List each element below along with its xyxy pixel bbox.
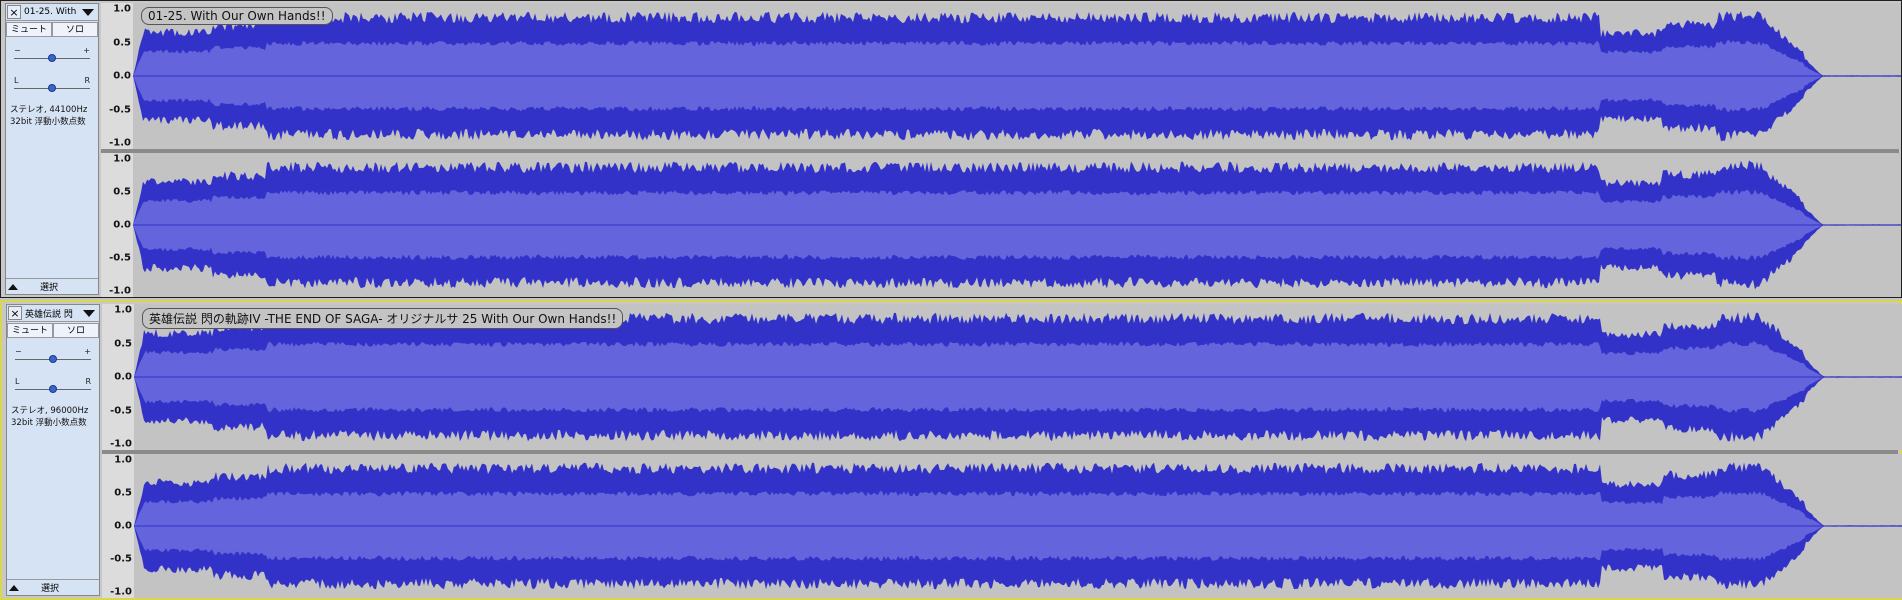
pan-slider-thumb[interactable] (48, 84, 56, 92)
track-control-panel: × 英雄伝説 閃 ミュート ソロ − + L R ステレオ, 96000Hz 3… (6, 304, 100, 596)
ruler-tick-label: -1.0 (110, 438, 132, 450)
vertical-ruler-left: 1.0 0.5 0.0 -0.5 -1.0 (101, 3, 133, 149)
track-format-rate: ステレオ, 44100Hz (10, 105, 88, 115)
ruler-tick-label: 0.0 (114, 371, 132, 383)
pan-right-label: R (85, 377, 91, 386)
waveform-channel-right[interactable] (134, 454, 1902, 598)
track-name-menu[interactable]: 01-25. With (24, 7, 82, 17)
track-control-panel: × 01-25. With ミュート ソロ − + L R ステレオ, 4410… (5, 3, 99, 295)
select-button[interactable]: 選択 (21, 581, 79, 594)
ruler-tick-label: 1.0 (113, 153, 131, 165)
pan-slider[interactable]: L R (14, 76, 90, 96)
ruler-tick-label: 0.5 (113, 37, 131, 48)
waveform-svg (133, 11, 1901, 142)
track-bottom-bar: 選択 (6, 278, 98, 294)
gain-slider[interactable]: − + (14, 46, 90, 66)
track-bottom-bar: 選択 (7, 579, 99, 595)
waveform-svg (134, 462, 1902, 590)
track-format-info: ステレオ, 96000Hz 32bit 浮動小数点数 (11, 405, 97, 429)
pan-left-label: L (14, 76, 19, 85)
mute-button[interactable]: ミュート (6, 22, 52, 37)
ruler-tick-label: -1.0 (110, 586, 132, 598)
track-format-rate: ステレオ, 96000Hz (11, 406, 89, 416)
ruler-tick-label: 0.5 (114, 338, 132, 349)
ruler-tick-label: -0.5 (109, 252, 131, 264)
audio-track-1[interactable]: × 01-25. With ミュート ソロ − + L R ステレオ, 4410… (0, 0, 1902, 298)
ruler-tick-label: -1.0 (109, 137, 131, 149)
gain-minus-label: − (15, 347, 22, 356)
gain-minus-label: − (14, 46, 21, 55)
audio-track-2[interactable]: × 英雄伝説 閃 ミュート ソロ − + L R ステレオ, 96000Hz 3… (0, 300, 1902, 600)
mute-button[interactable]: ミュート (7, 323, 53, 338)
pan-right-label: R (84, 76, 90, 85)
pan-slider[interactable]: L R (15, 377, 91, 397)
track-format-depth: 32bit 浮動小数点数 (11, 418, 87, 428)
mute-solo-row: ミュート ソロ (6, 22, 98, 38)
ruler-tick-label: 1.0 (113, 3, 131, 15)
solo-button[interactable]: ソロ (52, 22, 98, 37)
track-format-depth: 32bit 浮動小数点数 (10, 117, 86, 127)
collapse-up-icon[interactable] (7, 581, 21, 594)
track-format-info: ステレオ, 44100Hz 32bit 浮動小数点数 (10, 104, 96, 128)
collapse-up-icon[interactable] (6, 280, 20, 293)
vertical-ruler-left: 1.0 0.5 0.0 -0.5 -1.0 (102, 304, 134, 450)
pan-left-label: L (15, 377, 20, 386)
pan-slider-thumb[interactable] (49, 385, 57, 393)
ruler-tick-label: -1.0 (109, 285, 131, 297)
close-icon[interactable]: × (7, 5, 21, 19)
vertical-ruler-right: 1.0 0.5 0.0 -0.5 -1.0 (102, 454, 134, 598)
clip-name-label[interactable]: 01-25. With Our Own Hands!! (141, 7, 333, 25)
gain-slider-thumb[interactable] (48, 54, 56, 62)
ruler-tick-label: 0.5 (114, 487, 132, 499)
close-icon[interactable]: × (8, 306, 22, 320)
ruler-tick-label: 1.0 (114, 304, 132, 316)
track-title-bar: × 01-25. With (6, 4, 98, 21)
track-title-bar: × 英雄伝説 閃 (7, 305, 99, 322)
ruler-tick-label: 0.5 (113, 186, 131, 198)
ruler-tick-label: 0.0 (113, 219, 131, 231)
ruler-tick-label: 0.0 (114, 520, 132, 532)
waveform-channel-left[interactable] (133, 3, 1901, 149)
select-button[interactable]: 選択 (20, 280, 78, 293)
audacity-track-area: × 01-25. With ミュート ソロ − + L R ステレオ, 4410… (0, 0, 1902, 600)
ruler-tick-label: 0.0 (113, 70, 131, 82)
ruler-tick-label: 1.0 (114, 454, 132, 466)
ruler-tick-label: -0.5 (110, 553, 132, 565)
gain-plus-label: + (83, 46, 90, 55)
chevron-down-icon[interactable] (83, 309, 95, 317)
ruler-tick-label: -0.5 (109, 104, 131, 115)
gain-plus-label: + (84, 347, 91, 356)
solo-button[interactable]: ソロ (53, 323, 99, 338)
gain-slider-thumb[interactable] (49, 355, 57, 363)
waveform-svg (133, 160, 1901, 290)
track-name-menu[interactable]: 英雄伝説 閃 (25, 307, 83, 320)
mute-solo-row: ミュート ソロ (7, 323, 99, 339)
gain-slider[interactable]: − + (15, 347, 91, 367)
vertical-ruler-right: 1.0 0.5 0.0 -0.5 -1.0 (101, 153, 133, 297)
waveform-channel-right[interactable] (133, 153, 1901, 297)
chevron-down-icon[interactable] (82, 8, 94, 16)
clip-name-label[interactable]: 英雄伝説 閃の軌跡IV -THE END OF SAGA- オリジナルサ 25 … (142, 308, 624, 329)
ruler-tick-label: -0.5 (110, 405, 132, 416)
